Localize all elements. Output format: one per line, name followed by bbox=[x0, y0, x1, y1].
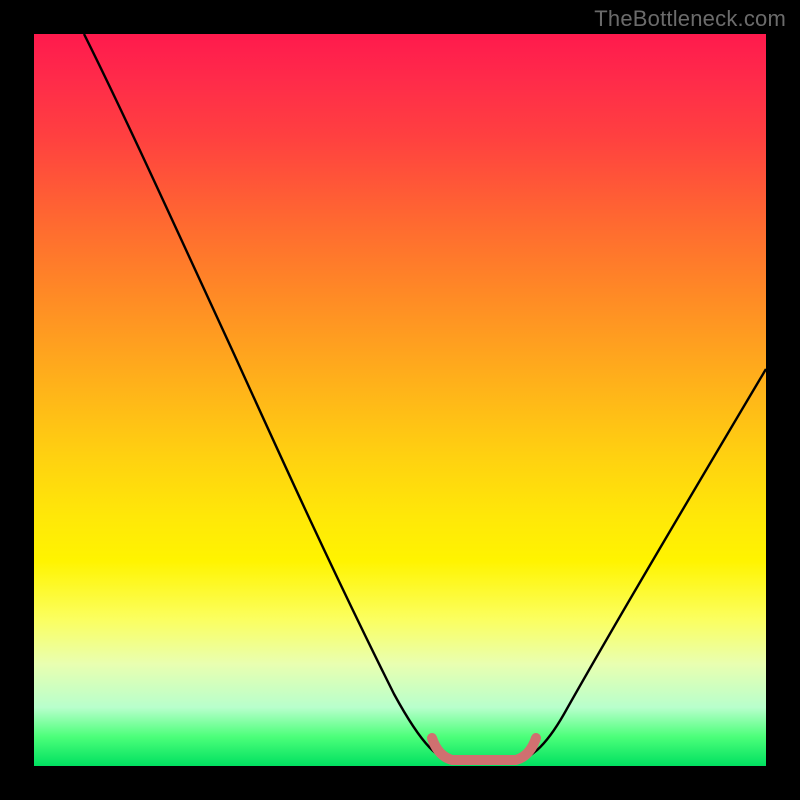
watermark-text: TheBottleneck.com bbox=[594, 6, 786, 32]
curve-layer bbox=[34, 34, 766, 766]
optimal-marker bbox=[432, 738, 536, 760]
chart-frame: TheBottleneck.com bbox=[0, 0, 800, 800]
bottleneck-curve bbox=[84, 34, 766, 762]
plot-area bbox=[34, 34, 766, 766]
